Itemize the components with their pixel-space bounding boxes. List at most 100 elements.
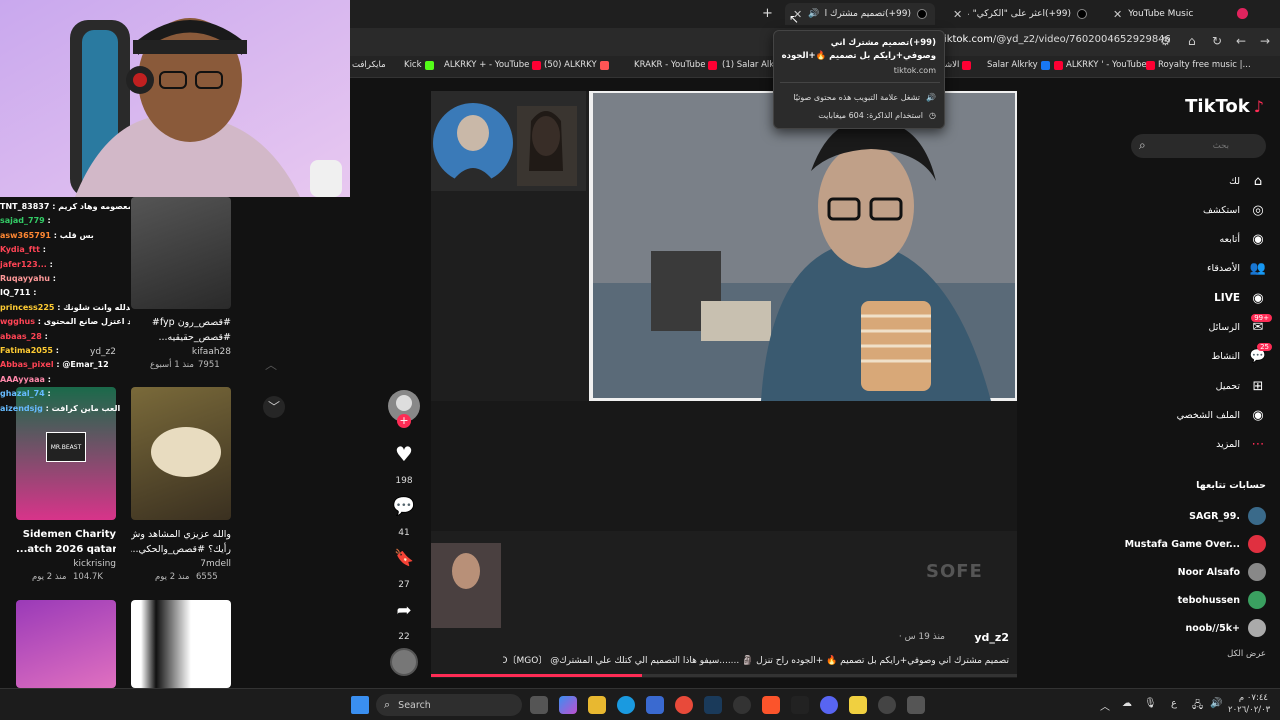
sidebar-item-label: لك bbox=[1229, 175, 1240, 187]
taskbar-search[interactable]: ⌕ Search bbox=[376, 694, 522, 716]
home-icon[interactable]: ⌂ bbox=[1188, 34, 1196, 48]
sidebar-item-activity[interactable]: 💬 النشاط 25 bbox=[1211, 342, 1272, 365]
refresh-icon[interactable]: ↻ bbox=[1212, 34, 1222, 48]
search-box[interactable]: ⌕ bbox=[1131, 134, 1266, 158]
video-thumbnail[interactable] bbox=[131, 197, 231, 309]
save-count: 27 bbox=[398, 580, 410, 590]
tray-chevron-icon[interactable]: ︿ bbox=[1100, 698, 1110, 713]
video-author[interactable]: yd_z2 bbox=[974, 631, 1009, 644]
onedrive-icon[interactable]: ☁ bbox=[1122, 698, 1132, 709]
close-tab-icon[interactable]: ✕ bbox=[953, 8, 962, 21]
bookmark-item[interactable]: Royalty free music |... bbox=[1146, 60, 1251, 70]
followed-account[interactable]: noob//5k+ bbox=[1186, 619, 1266, 637]
capcut-icon[interactable] bbox=[791, 696, 809, 714]
chrome-icon[interactable] bbox=[675, 696, 693, 714]
sidebar-item-profile[interactable]: ◉ الملف الشخصي bbox=[1177, 407, 1266, 423]
see-all-link[interactable]: عرض الكل bbox=[1227, 649, 1266, 659]
settings-icon[interactable] bbox=[878, 696, 896, 714]
video-author[interactable]: kifaah28 bbox=[140, 347, 231, 357]
clock[interactable]: ٠٧:٤٤ م ٢٠٢٦/٠٢/٠٣ bbox=[1228, 692, 1270, 716]
follow-plus-icon[interactable]: + bbox=[397, 414, 411, 428]
video-title[interactable]: والله عزيزي المشاهد وش bbox=[131, 527, 231, 542]
avatar bbox=[1248, 507, 1266, 525]
video-thumbnail[interactable] bbox=[16, 600, 116, 688]
bookmark-item[interactable]: Kick bbox=[404, 60, 434, 70]
windows-start-icon[interactable] bbox=[351, 696, 369, 714]
bookmark-item[interactable]: KRAKR - YouTube bbox=[634, 60, 718, 70]
bookmark-item[interactable]: (50) ALKRKY bbox=[544, 60, 609, 70]
bookmark-item[interactable]: مايكرافت bbox=[352, 60, 386, 70]
sidebar-item-more[interactable]: ⋯ المزيد bbox=[1216, 437, 1266, 453]
sidebar-item-messages[interactable]: ✉ الرسائل 99+ bbox=[1209, 313, 1272, 336]
close-tab-icon[interactable]: ✕ bbox=[1113, 8, 1122, 21]
comment-icon[interactable]: 💬 bbox=[388, 496, 420, 517]
task-view-icon[interactable] bbox=[530, 696, 548, 714]
followed-account[interactable]: SAGR_99. bbox=[1189, 507, 1266, 525]
bookmark-item[interactable]: ALKRKY + - YouTube bbox=[444, 60, 542, 70]
language-indicator[interactable]: ع bbox=[1171, 698, 1177, 709]
chat-username: TNT_83837 bbox=[0, 202, 50, 211]
new-tab-button[interactable]: + bbox=[762, 6, 773, 21]
microphone-icon[interactable]: 🎙 bbox=[1144, 698, 1157, 709]
sidebar-item-compass[interactable]: ◎ استكشف bbox=[1203, 202, 1266, 218]
obs-icon[interactable] bbox=[733, 696, 751, 714]
brave-icon[interactable] bbox=[762, 696, 780, 714]
video-title[interactable]: #قصص_رون fyp# bbox=[131, 315, 231, 330]
forward-icon[interactable]: → bbox=[1260, 34, 1270, 48]
sidebar-item-live[interactable]: ◉ LIVE bbox=[1214, 290, 1266, 306]
mouse-cursor-icon: ↖ bbox=[789, 12, 800, 26]
tiktok-logo[interactable]: TikTok ♪ bbox=[1185, 96, 1264, 117]
author-name[interactable]: yd_z2 bbox=[974, 631, 1009, 644]
sidebar-item-friends[interactable]: 👥 الأصدقاء bbox=[1207, 261, 1266, 277]
sidebar-item-home[interactable]: ⌂ لك bbox=[1229, 173, 1266, 189]
discord-icon[interactable] bbox=[820, 696, 838, 714]
followed-account[interactable]: Noor Alsafo bbox=[1178, 563, 1266, 581]
video-author[interactable]: kickrising bbox=[60, 559, 116, 569]
like-icon[interactable]: ♥ bbox=[388, 442, 420, 466]
search-input[interactable] bbox=[1159, 138, 1229, 154]
share-icon[interactable]: ➦ bbox=[388, 600, 420, 621]
search-icon[interactable]: ⌕ bbox=[1139, 138, 1146, 153]
network-icon[interactable]: 🖧 bbox=[1192, 698, 1203, 715]
followed-account[interactable]: tebohussen bbox=[1178, 591, 1266, 609]
video-thumbnail[interactable] bbox=[131, 600, 231, 688]
notes-icon[interactable] bbox=[849, 696, 867, 714]
bookmark-item[interactable]: ALKRKY ' - YouTube bbox=[1054, 60, 1147, 70]
speaker-icon[interactable]: 🔊 bbox=[808, 9, 819, 19]
volume-icon[interactable]: 🔊 bbox=[1210, 698, 1222, 709]
sidebar-item-upload[interactable]: ⊞ تحميل bbox=[1216, 378, 1266, 394]
bookmark-icon[interactable]: 🔖 bbox=[388, 548, 420, 567]
snipping-tool-icon[interactable] bbox=[907, 696, 925, 714]
video-thumbnail[interactable] bbox=[131, 387, 231, 520]
like-count: 198 bbox=[395, 476, 413, 486]
video-player[interactable]: SOFE yd_z2 منذ 19 س · تصميم مشترك اني وص… bbox=[431, 91, 1017, 678]
scroll-down-icon[interactable]: ﹀ bbox=[263, 396, 285, 418]
chat-separator: : bbox=[44, 389, 51, 399]
sidebar-item-following[interactable]: ◉ أتابعه bbox=[1220, 232, 1267, 248]
sidebar-item-label: المزيد bbox=[1216, 439, 1240, 451]
progress-track[interactable] bbox=[431, 674, 1017, 677]
scroll-up-icon[interactable]: ︿ bbox=[265, 356, 277, 373]
sound-disc-icon[interactable] bbox=[390, 648, 418, 676]
chat-text: العب ماين كرافت bbox=[51, 403, 121, 413]
windows-taskbar: ⌕ Search ︿ ☁ 🎙 ع 🖧 🔊 ٠٧:٤٤ م ٢٠٢٦/٠٢/٠٣ bbox=[0, 688, 1280, 720]
tab-tiktok-video[interactable]: ✕ 🔊 (99+)تصميم مشترك اني وص... bbox=[785, 3, 935, 25]
steam-icon[interactable] bbox=[704, 696, 722, 714]
tab-youtube-music[interactable]: ✕ YouTube Music bbox=[1105, 3, 1255, 25]
video-title[interactable]: Sidemen Charity bbox=[16, 527, 116, 542]
url-field[interactable]: tiktok.com/@yd_z2/video/7602004652929846… bbox=[940, 34, 1170, 50]
back-icon[interactable]: ← bbox=[1236, 34, 1246, 48]
video-subtitle: #قصص_حقيقيه... bbox=[158, 332, 232, 343]
file-explorer-icon[interactable] bbox=[588, 696, 606, 714]
profile-icon[interactable] bbox=[1237, 8, 1248, 19]
chat-message: aizendsjg : العب ماين كرافت bbox=[0, 402, 130, 416]
bookmark-item[interactable]: Salar Alkrky bbox=[987, 60, 1050, 70]
tab-tiktok-search[interactable]: ✕ (99+)اعثر على "الكركي" على Tok bbox=[945, 3, 1095, 25]
copilot-icon[interactable] bbox=[559, 696, 577, 714]
settings-icon[interactable]: ⚙ bbox=[1160, 34, 1171, 48]
video-author[interactable]: 7mdell bbox=[160, 559, 231, 569]
followed-account[interactable]: Mustafa Game Over... bbox=[1125, 535, 1266, 553]
store-icon[interactable] bbox=[646, 696, 664, 714]
chat-username: Ruqayyahu bbox=[0, 274, 50, 284]
edge-icon[interactable] bbox=[617, 696, 635, 714]
